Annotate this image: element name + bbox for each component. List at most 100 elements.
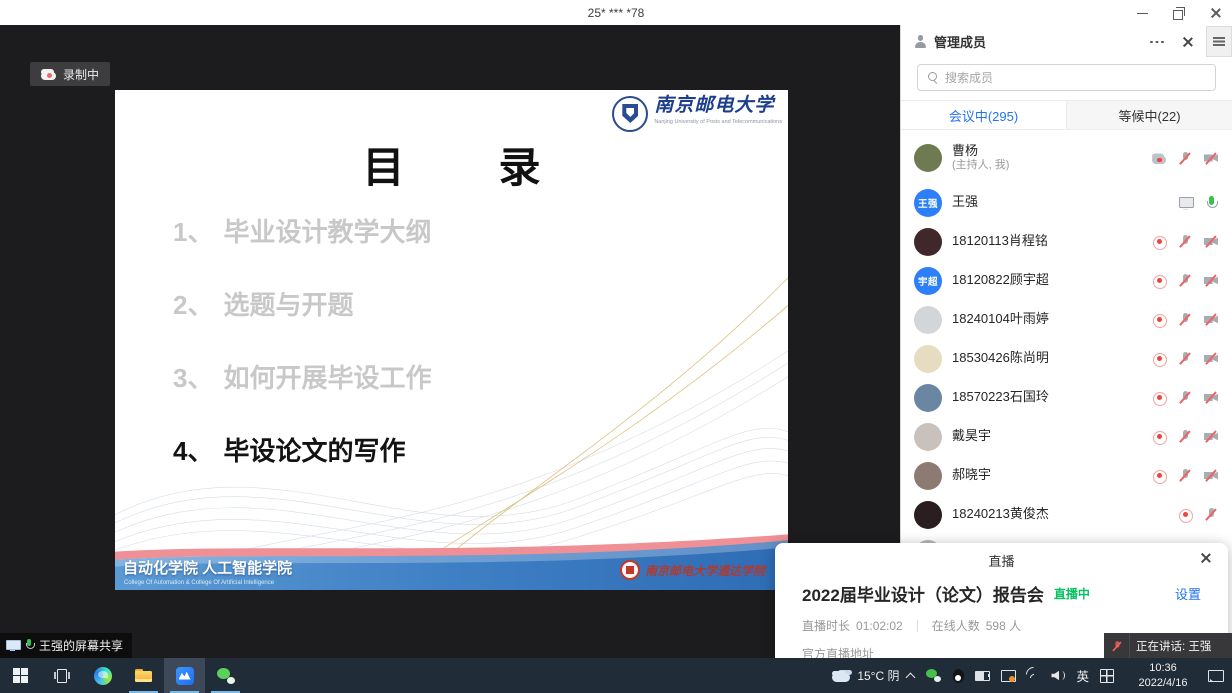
member-row[interactable]: 郝晓宇 xyxy=(901,456,1232,495)
mic-off-icon[interactable] xyxy=(1177,234,1193,250)
live-close-icon[interactable] xyxy=(1199,551,1212,564)
tab-waiting[interactable]: 等候中(22) xyxy=(1066,101,1232,129)
task-view-button[interactable] xyxy=(41,658,82,693)
live-status-badge: 直播中 xyxy=(1054,585,1090,602)
member-row[interactable]: 王强 王强 xyxy=(901,183,1232,222)
mic-off-icon[interactable] xyxy=(1177,351,1193,367)
close-panel-icon[interactable] xyxy=(1181,35,1194,48)
person-icon xyxy=(913,35,927,49)
member-search-input[interactable] xyxy=(945,71,1206,85)
member-search-box[interactable] xyxy=(917,64,1216,91)
lang-indicator[interactable]: 英 xyxy=(1076,666,1089,685)
mic-off-icon[interactable] xyxy=(1177,468,1193,484)
toc-item: 2、 选题与开题 xyxy=(173,285,431,322)
live-duration-label: 直播时长 xyxy=(802,617,850,634)
record-icon xyxy=(1151,390,1167,406)
mic-off-icon[interactable] xyxy=(1177,429,1193,445)
toc-item-number: 4、 xyxy=(173,431,213,468)
live-viewers-value: 598 人 xyxy=(986,617,1021,634)
member-row[interactable]: 18530426陈尚明 xyxy=(901,339,1232,378)
file-explorer-icon xyxy=(135,669,152,682)
member-status-icons xyxy=(1133,507,1219,523)
muted-mic-icon xyxy=(1110,639,1123,652)
member-row[interactable]: 宇超 18120822顾宇超 xyxy=(901,261,1232,300)
cam-off-icon[interactable] xyxy=(1203,312,1219,328)
mic-off-icon[interactable] xyxy=(1177,312,1193,328)
weather-widget[interactable]: 15°C 阴 xyxy=(832,658,899,693)
member-name: 18570223石国玲 xyxy=(952,389,1133,405)
record-icon xyxy=(1151,429,1167,445)
tab-in-meeting[interactable]: 会议中(295) xyxy=(901,101,1066,129)
cam-off-icon[interactable] xyxy=(1203,390,1219,406)
member-name: 郝晓宇 xyxy=(952,467,1133,483)
live-settings-link[interactable]: 设置 xyxy=(1175,584,1201,603)
mic-off-icon[interactable] xyxy=(1203,507,1219,523)
avatar xyxy=(914,228,942,256)
avatar: 宇超 xyxy=(914,267,942,295)
edge-browser-button[interactable] xyxy=(82,658,123,693)
tencent-meeting-button[interactable] xyxy=(164,658,205,693)
member-status-icons xyxy=(1133,351,1219,367)
member-row[interactable]: 曹杨 (主持人, 我) xyxy=(901,133,1232,183)
more-options-icon[interactable] xyxy=(1149,35,1165,49)
close-icon[interactable] xyxy=(1208,6,1222,20)
pinned-apps xyxy=(0,658,246,693)
chevron-up-icon[interactable] xyxy=(905,672,915,680)
mic-on-icon[interactable] xyxy=(1203,195,1219,211)
windows-start-button[interactable] xyxy=(0,658,41,693)
avatar xyxy=(914,345,942,373)
clock-date: 2022/4/16 xyxy=(1139,676,1188,690)
member-status-icons xyxy=(1133,273,1219,289)
windows-taskbar: 15°C 阴 英 10:36 2022/4/16 xyxy=(0,658,1232,693)
file-explorer-button[interactable] xyxy=(123,658,164,693)
member-status-icons xyxy=(1133,195,1219,211)
weather-cloud-icon xyxy=(832,670,850,682)
member-role: (主持人, 我) xyxy=(952,159,1133,173)
mic-off-icon[interactable] xyxy=(1177,150,1193,166)
member-row[interactable]: 18240104叶雨婷 xyxy=(901,300,1232,339)
record-icon xyxy=(1151,273,1167,289)
cam-off-icon[interactable] xyxy=(1203,273,1219,289)
mic-off-icon[interactable] xyxy=(1177,390,1193,406)
department-name-en: College Of Automation & College Of Artif… xyxy=(124,580,274,586)
avatar xyxy=(914,501,942,529)
cam-off-icon[interactable] xyxy=(1203,234,1219,250)
live-duration-value: 01:02:02 xyxy=(856,619,903,633)
cam-off-icon[interactable] xyxy=(1203,150,1219,166)
record-icon xyxy=(1151,312,1167,328)
search-icon xyxy=(927,72,939,84)
network-signal-icon[interactable] xyxy=(1026,670,1040,682)
screen-icon xyxy=(6,640,19,651)
mic-off-icon[interactable] xyxy=(1177,273,1193,289)
wechat-button[interactable] xyxy=(205,658,246,693)
display-share-icon[interactable] xyxy=(1001,670,1015,682)
members-tabs: 会议中(295) 等候中(22) xyxy=(901,100,1232,130)
cam-off-icon[interactable] xyxy=(1203,429,1219,445)
member-row[interactable]: 戴昊宇 xyxy=(901,417,1232,456)
member-name: 曹杨 xyxy=(952,143,1133,159)
member-row[interactable]: 18120113肖程铭 xyxy=(901,222,1232,261)
action-center-button[interactable] xyxy=(1198,658,1232,693)
task-view-icon xyxy=(54,669,70,682)
department-name: 自动化学院 人工智能学院 xyxy=(123,557,292,578)
taskbar-clock[interactable]: 10:36 2022/4/16 xyxy=(1128,658,1198,693)
battery-icon[interactable] xyxy=(975,671,990,680)
wechat-tray-icon[interactable] xyxy=(926,669,941,682)
member-status-icons xyxy=(1133,390,1219,406)
member-status-icons xyxy=(1133,468,1219,484)
speaker-icon[interactable] xyxy=(1051,670,1065,682)
screen-share-area: 录制中 xyxy=(0,25,900,658)
avatar xyxy=(914,423,942,451)
toc-item: 4、 毕设论文的写作 xyxy=(173,431,431,468)
member-row[interactable]: 18240213黄俊杰 xyxy=(901,495,1232,534)
qq-tray-icon[interactable] xyxy=(952,669,964,683)
speaking-indicator-text: 正在讲话: 王强 xyxy=(1136,638,1211,654)
minimize-icon[interactable] xyxy=(1136,6,1150,20)
restore-icon[interactable] xyxy=(1172,6,1186,20)
ime-grid-icon[interactable] xyxy=(1100,669,1114,683)
member-row[interactable]: 18570223石国玲 xyxy=(901,378,1232,417)
avatar: 王强 xyxy=(914,189,942,217)
cam-off-icon[interactable] xyxy=(1203,468,1219,484)
panel-menu-button[interactable] xyxy=(1206,26,1232,57)
cam-off-icon[interactable] xyxy=(1203,351,1219,367)
